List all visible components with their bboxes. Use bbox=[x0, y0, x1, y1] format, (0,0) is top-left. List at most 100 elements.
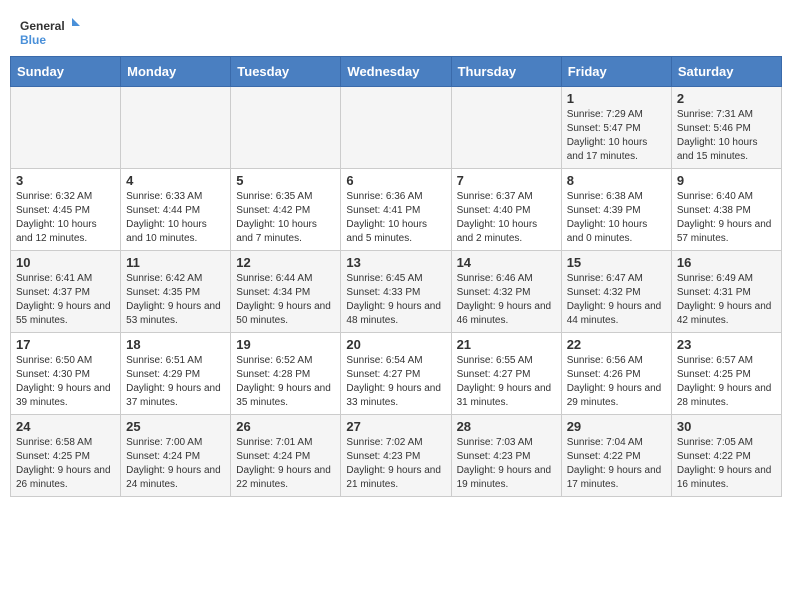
header-day-thursday: Thursday bbox=[451, 57, 561, 87]
calendar-cell-2-2: 12 Sunrise: 6:44 AM Sunset: 4:34 PM Dayli… bbox=[231, 251, 341, 333]
calendar-cell-4-6: 30Sunrise: 7:05 AM Sunset: 4:22 PM Dayli… bbox=[671, 415, 781, 497]
calendar-cell-4-2: 26 Sunrise: 7:01 AM Sunset: 4:24 PM Dayli… bbox=[231, 415, 341, 497]
day-number: 23 bbox=[677, 337, 776, 352]
calendar-cell-1-3: 6 Sunrise: 6:36 AM Sunset: 4:41 PM Daylig… bbox=[341, 169, 451, 251]
day-number: 22 bbox=[567, 337, 666, 352]
day-number: 13 bbox=[346, 255, 445, 270]
day-info: Sunrise: 6:44 AM Sunset: 4:34 PM Dayligh… bbox=[236, 272, 335, 328]
day-number: 26 bbox=[236, 419, 335, 434]
calendar-cell-3-6: 23Sunrise: 6:57 AM Sunset: 4:25 PM Dayli… bbox=[671, 333, 781, 415]
day-info: Sunrise: 6:35 AM Sunset: 4:42 PM Dayligh… bbox=[236, 190, 335, 246]
day-number: 27 bbox=[346, 419, 445, 434]
day-info: Sunrise: 6:54 AM Sunset: 4:27 PM Dayligh… bbox=[346, 354, 445, 410]
day-number: 16 bbox=[677, 255, 776, 270]
day-info: Sunrise: 6:41 AM Sunset: 4:37 PM Dayligh… bbox=[16, 272, 115, 328]
calendar-cell-3-2: 19Sunrise: 6:52 AM Sunset: 4:28 PM Dayli… bbox=[231, 333, 341, 415]
day-info: Sunrise: 6:52 AM Sunset: 4:28 PM Dayligh… bbox=[236, 354, 335, 410]
day-number: 9 bbox=[677, 173, 776, 188]
calendar-cell-0-6: 2 Sunrise: 7:31 AM Sunset: 5:46 PM Daylig… bbox=[671, 87, 781, 169]
day-info: Sunrise: 7:03 AM Sunset: 4:23 PM Dayligh… bbox=[457, 436, 556, 492]
day-info: Sunrise: 6:49 AM Sunset: 4:31 PM Dayligh… bbox=[677, 272, 776, 328]
day-number: 25 bbox=[126, 419, 225, 434]
calendar-cell-0-3 bbox=[341, 87, 451, 169]
day-info: Sunrise: 6:40 AM Sunset: 4:38 PM Dayligh… bbox=[677, 190, 776, 246]
calendar-cell-0-2 bbox=[231, 87, 341, 169]
day-number: 29 bbox=[567, 419, 666, 434]
calendar-wrapper: SundayMondayTuesdayWednesdayThursdayFrid… bbox=[0, 56, 792, 507]
day-number: 11 bbox=[126, 255, 225, 270]
day-number: 12 bbox=[236, 255, 335, 270]
day-info: Sunrise: 7:29 AM Sunset: 5:47 PM Dayligh… bbox=[567, 108, 666, 164]
header-day-friday: Friday bbox=[561, 57, 671, 87]
calendar-row-1: 3 Sunrise: 6:32 AM Sunset: 4:45 PM Daylig… bbox=[11, 169, 782, 251]
svg-text:General: General bbox=[20, 19, 65, 33]
day-number: 8 bbox=[567, 173, 666, 188]
day-number: 6 bbox=[346, 173, 445, 188]
day-info: Sunrise: 6:33 AM Sunset: 4:44 PM Dayligh… bbox=[126, 190, 225, 246]
calendar-cell-4-0: 24Sunrise: 6:58 AM Sunset: 4:25 PM Dayli… bbox=[11, 415, 121, 497]
calendar-cell-3-3: 20 Sunrise: 6:54 AM Sunset: 4:27 PM Dayli… bbox=[341, 333, 451, 415]
calendar-cell-2-1: 11 Sunrise: 6:42 AM Sunset: 4:35 PM Dayli… bbox=[121, 251, 231, 333]
calendar-cell-2-5: 15 Sunrise: 6:47 AM Sunset: 4:32 PM Dayli… bbox=[561, 251, 671, 333]
calendar-row-3: 17Sunrise: 6:50 AM Sunset: 4:30 PM Dayli… bbox=[11, 333, 782, 415]
calendar-cell-2-6: 16 Sunrise: 6:49 AM Sunset: 4:31 PM Dayli… bbox=[671, 251, 781, 333]
calendar-cell-1-2: 5 Sunrise: 6:35 AM Sunset: 4:42 PM Daylig… bbox=[231, 169, 341, 251]
header-day-monday: Monday bbox=[121, 57, 231, 87]
calendar-cell-2-4: 14Sunrise: 6:46 AM Sunset: 4:32 PM Dayli… bbox=[451, 251, 561, 333]
day-number: 15 bbox=[567, 255, 666, 270]
day-info: Sunrise: 6:58 AM Sunset: 4:25 PM Dayligh… bbox=[16, 436, 115, 492]
calendar-cell-4-3: 27 Sunrise: 7:02 AM Sunset: 4:23 PM Dayli… bbox=[341, 415, 451, 497]
calendar-header: SundayMondayTuesdayWednesdayThursdayFrid… bbox=[11, 57, 782, 87]
day-number: 5 bbox=[236, 173, 335, 188]
calendar-cell-2-0: 10Sunrise: 6:41 AM Sunset: 4:37 PM Dayli… bbox=[11, 251, 121, 333]
day-info: Sunrise: 7:02 AM Sunset: 4:23 PM Dayligh… bbox=[346, 436, 445, 492]
calendar-cell-1-5: 8 Sunrise: 6:38 AM Sunset: 4:39 PM Daylig… bbox=[561, 169, 671, 251]
day-number: 30 bbox=[677, 419, 776, 434]
day-number: 21 bbox=[457, 337, 556, 352]
calendar-cell-0-1 bbox=[121, 87, 231, 169]
day-number: 14 bbox=[457, 255, 556, 270]
logo-icon: General Blue bbox=[20, 16, 80, 48]
calendar-cell-1-4: 7Sunrise: 6:37 AM Sunset: 4:40 PM Daylig… bbox=[451, 169, 561, 251]
day-number: 1 bbox=[567, 91, 666, 106]
day-number: 28 bbox=[457, 419, 556, 434]
calendar-cell-4-1: 25 Sunrise: 7:00 AM Sunset: 4:24 PM Dayli… bbox=[121, 415, 231, 497]
day-info: Sunrise: 7:00 AM Sunset: 4:24 PM Dayligh… bbox=[126, 436, 225, 492]
page-header: General Blue bbox=[0, 0, 792, 56]
day-number: 7 bbox=[457, 173, 556, 188]
day-info: Sunrise: 7:31 AM Sunset: 5:46 PM Dayligh… bbox=[677, 108, 776, 164]
day-info: Sunrise: 6:51 AM Sunset: 4:29 PM Dayligh… bbox=[126, 354, 225, 410]
calendar-cell-3-4: 21Sunrise: 6:55 AM Sunset: 4:27 PM Dayli… bbox=[451, 333, 561, 415]
calendar-row-2: 10Sunrise: 6:41 AM Sunset: 4:37 PM Dayli… bbox=[11, 251, 782, 333]
day-info: Sunrise: 7:01 AM Sunset: 4:24 PM Dayligh… bbox=[236, 436, 335, 492]
day-info: Sunrise: 6:42 AM Sunset: 4:35 PM Dayligh… bbox=[126, 272, 225, 328]
header-day-saturday: Saturday bbox=[671, 57, 781, 87]
header-day-tuesday: Tuesday bbox=[231, 57, 341, 87]
calendar-cell-0-4 bbox=[451, 87, 561, 169]
day-number: 2 bbox=[677, 91, 776, 106]
calendar-row-4: 24Sunrise: 6:58 AM Sunset: 4:25 PM Dayli… bbox=[11, 415, 782, 497]
calendar-cell-1-0: 3 Sunrise: 6:32 AM Sunset: 4:45 PM Daylig… bbox=[11, 169, 121, 251]
header-day-wednesday: Wednesday bbox=[341, 57, 451, 87]
calendar-body: 1 Sunrise: 7:29 AM Sunset: 5:47 PM Daylig… bbox=[11, 87, 782, 497]
calendar-cell-1-1: 4 Sunrise: 6:33 AM Sunset: 4:44 PM Daylig… bbox=[121, 169, 231, 251]
day-info: Sunrise: 6:36 AM Sunset: 4:41 PM Dayligh… bbox=[346, 190, 445, 246]
header-day-sunday: Sunday bbox=[11, 57, 121, 87]
calendar-cell-1-6: 9 Sunrise: 6:40 AM Sunset: 4:38 PM Daylig… bbox=[671, 169, 781, 251]
day-info: Sunrise: 6:45 AM Sunset: 4:33 PM Dayligh… bbox=[346, 272, 445, 328]
svg-text:Blue: Blue bbox=[20, 33, 46, 47]
day-number: 4 bbox=[126, 173, 225, 188]
calendar-row-0: 1 Sunrise: 7:29 AM Sunset: 5:47 PM Daylig… bbox=[11, 87, 782, 169]
calendar-cell-4-5: 29Sunrise: 7:04 AM Sunset: 4:22 PM Dayli… bbox=[561, 415, 671, 497]
day-number: 20 bbox=[346, 337, 445, 352]
calendar-table: SundayMondayTuesdayWednesdayThursdayFrid… bbox=[10, 56, 782, 497]
day-info: Sunrise: 6:47 AM Sunset: 4:32 PM Dayligh… bbox=[567, 272, 666, 328]
day-info: Sunrise: 6:56 AM Sunset: 4:26 PM Dayligh… bbox=[567, 354, 666, 410]
day-info: Sunrise: 6:50 AM Sunset: 4:30 PM Dayligh… bbox=[16, 354, 115, 410]
calendar-cell-3-5: 22 Sunrise: 6:56 AM Sunset: 4:26 PM Dayli… bbox=[561, 333, 671, 415]
day-info: Sunrise: 6:38 AM Sunset: 4:39 PM Dayligh… bbox=[567, 190, 666, 246]
day-number: 3 bbox=[16, 173, 115, 188]
day-info: Sunrise: 6:32 AM Sunset: 4:45 PM Dayligh… bbox=[16, 190, 115, 246]
calendar-cell-3-0: 17Sunrise: 6:50 AM Sunset: 4:30 PM Dayli… bbox=[11, 333, 121, 415]
logo: General Blue bbox=[20, 16, 80, 48]
